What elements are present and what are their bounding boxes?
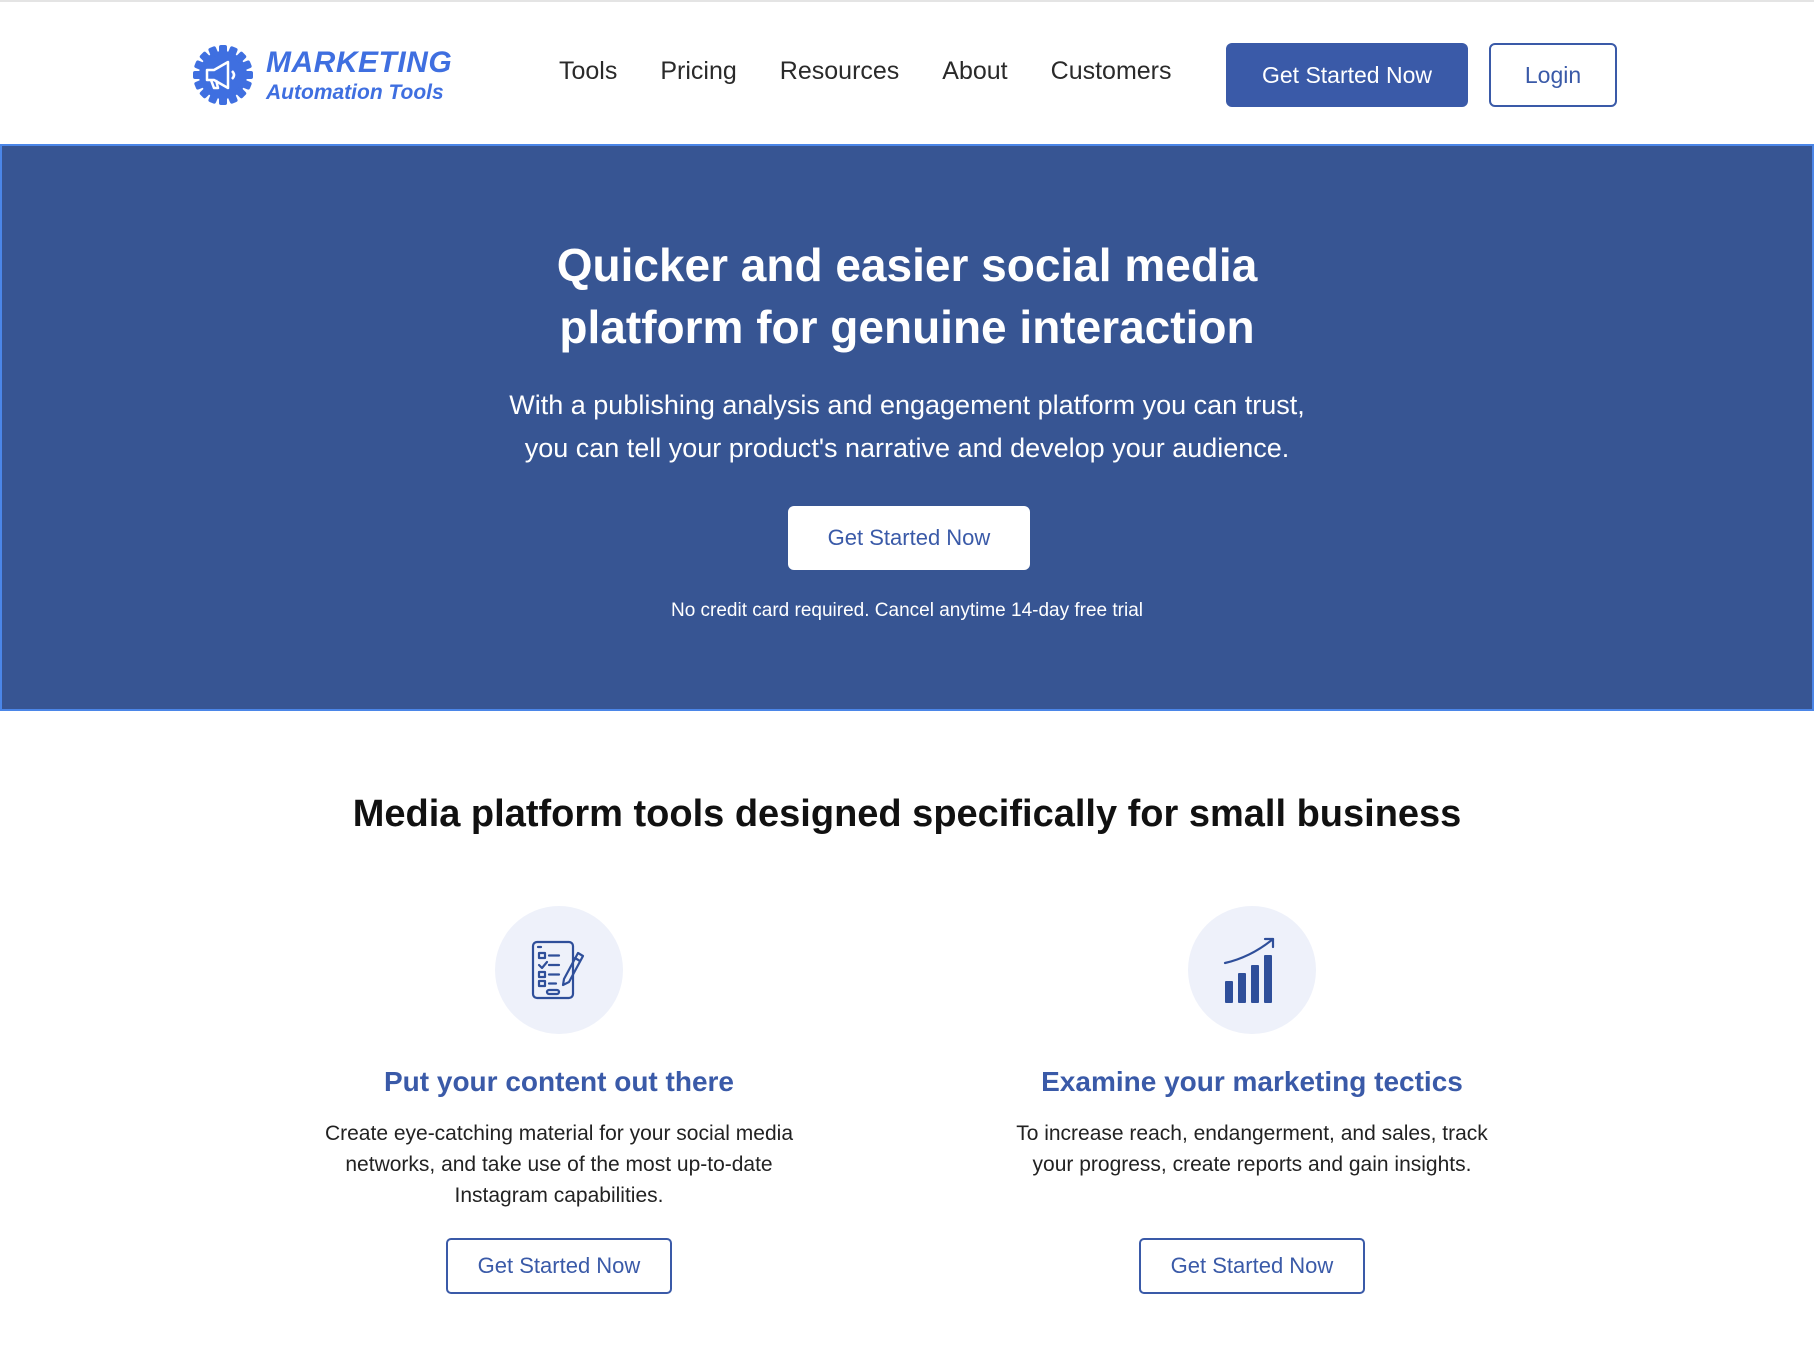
megaphone-gear-icon <box>193 45 253 105</box>
features-title: Media platform tools designed specifical… <box>352 793 1462 835</box>
nav-item-tools[interactable]: Tools <box>559 57 617 86</box>
feature-description-line1: To increase reach, endangerment, and sal… <box>1016 1122 1488 1145</box>
brand-name-line1: MARKETING <box>266 45 453 79</box>
nav-item-about[interactable]: About <box>942 57 1007 86</box>
header-get-started-button[interactable]: Get Started Now <box>1226 43 1468 107</box>
feature-description-line2: networks, and take use of the most up-to… <box>345 1153 773 1176</box>
feature-card-analytics: Examine your marketing tectics To increa… <box>992 906 1512 1294</box>
feature-description: To increase reach, endangerment, and sal… <box>1002 1118 1502 1180</box>
hero-title: Quicker and easier social media platform… <box>527 234 1287 358</box>
hero-title-line2: platform for genuine interaction <box>559 301 1255 353</box>
feature-description-line3: Instagram capabilities. <box>454 1184 664 1207</box>
brand-logo[interactable]: MARKETING Automation Tools <box>190 42 452 108</box>
login-button[interactable]: Login <box>1489 43 1617 107</box>
feature-get-started-button[interactable]: Get Started Now <box>446 1238 672 1294</box>
brand-name: MARKETING Automation Tools <box>266 45 453 104</box>
feature-description-line1: Create eye-catching material for your so… <box>324 1122 794 1145</box>
nav-item-pricing[interactable]: Pricing <box>660 57 736 86</box>
main-nav: Tools Pricing Resources About Customers <box>559 57 1172 86</box>
feature-get-started-button[interactable]: Get Started Now <box>1139 1238 1365 1294</box>
growth-bar-chart-icon <box>1223 937 1275 1003</box>
hero-get-started-button[interactable]: Get Started Now <box>788 506 1030 570</box>
site-header: MARKETING Automation Tools Tools Pricing… <box>0 2 1814 144</box>
feature-description: Create eye-catching material for your so… <box>309 1118 809 1211</box>
feature-heading: Examine your marketing tectics <box>1041 1066 1463 1097</box>
hero-subtitle-line1: With a publishing analysis and engagemen… <box>509 390 1305 420</box>
brand-name-line2: Automation Tools <box>266 80 444 104</box>
feature-icon-circle <box>1188 906 1316 1034</box>
hero-subtitle: With a publishing analysis and engagemen… <box>482 384 1332 470</box>
hero-trial-note: No credit card required. Cancel anytime … <box>670 600 1144 621</box>
hero-section: Quicker and easier social media platform… <box>0 144 1814 711</box>
nav-item-customers[interactable]: Customers <box>1051 57 1172 86</box>
feature-card-content: Put your content out there Create eye-ca… <box>299 906 819 1294</box>
feature-icon-circle <box>495 906 623 1034</box>
checklist-pencil-icon <box>531 940 585 1000</box>
hero-subtitle-line2: you can tell your product's narrative an… <box>524 433 1290 463</box>
hero-title-line1: Quicker and easier social media <box>556 239 1258 291</box>
feature-description-line2: your progress, create reports and gain i… <box>1032 1153 1472 1176</box>
nav-item-resources[interactable]: Resources <box>780 57 900 86</box>
feature-heading: Put your content out there <box>384 1066 734 1097</box>
